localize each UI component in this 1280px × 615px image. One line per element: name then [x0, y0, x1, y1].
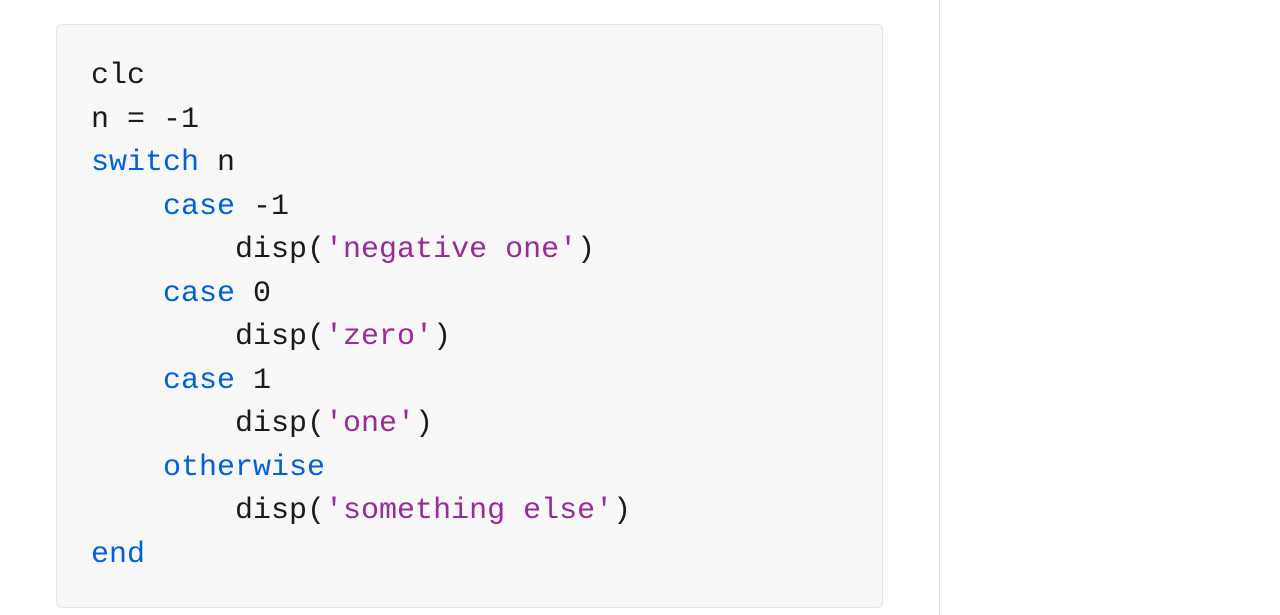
code-case-val: 0: [235, 277, 271, 311]
content-area: clc n = -1 switch n case -1 disp('negati…: [0, 0, 940, 615]
code-line-1: clc: [91, 59, 145, 93]
code-case-val: -1: [235, 190, 289, 224]
code-string: 'one': [325, 407, 415, 441]
code-close-paren: ): [415, 407, 433, 441]
code-case-kw: case: [163, 190, 235, 224]
code-switch-kw: switch: [91, 146, 199, 180]
code-disp-fn: disp(: [235, 320, 325, 354]
code-block: clc n = -1 switch n case -1 disp('negati…: [56, 24, 883, 608]
code-disp-fn: disp(: [235, 233, 325, 267]
code-disp-fn: disp(: [235, 407, 325, 441]
code-close-paren: ): [433, 320, 451, 354]
code-case-kw: case: [163, 364, 235, 398]
code-string: 'zero': [325, 320, 433, 354]
code-otherwise-kw: otherwise: [163, 451, 325, 485]
code-switch-var: n: [199, 146, 235, 180]
code-string: 'something else': [325, 494, 613, 528]
code-end-kw: end: [91, 538, 145, 572]
code-close-paren: ): [613, 494, 631, 528]
code-assign-rhs: -1: [163, 103, 199, 137]
code-case-kw: case: [163, 277, 235, 311]
code-disp-fn: disp(: [235, 494, 325, 528]
code-case-val: 1: [235, 364, 271, 398]
code-string: 'negative one': [325, 233, 577, 267]
code-close-paren: ): [577, 233, 595, 267]
code-assign-lhs: n =: [91, 103, 163, 137]
